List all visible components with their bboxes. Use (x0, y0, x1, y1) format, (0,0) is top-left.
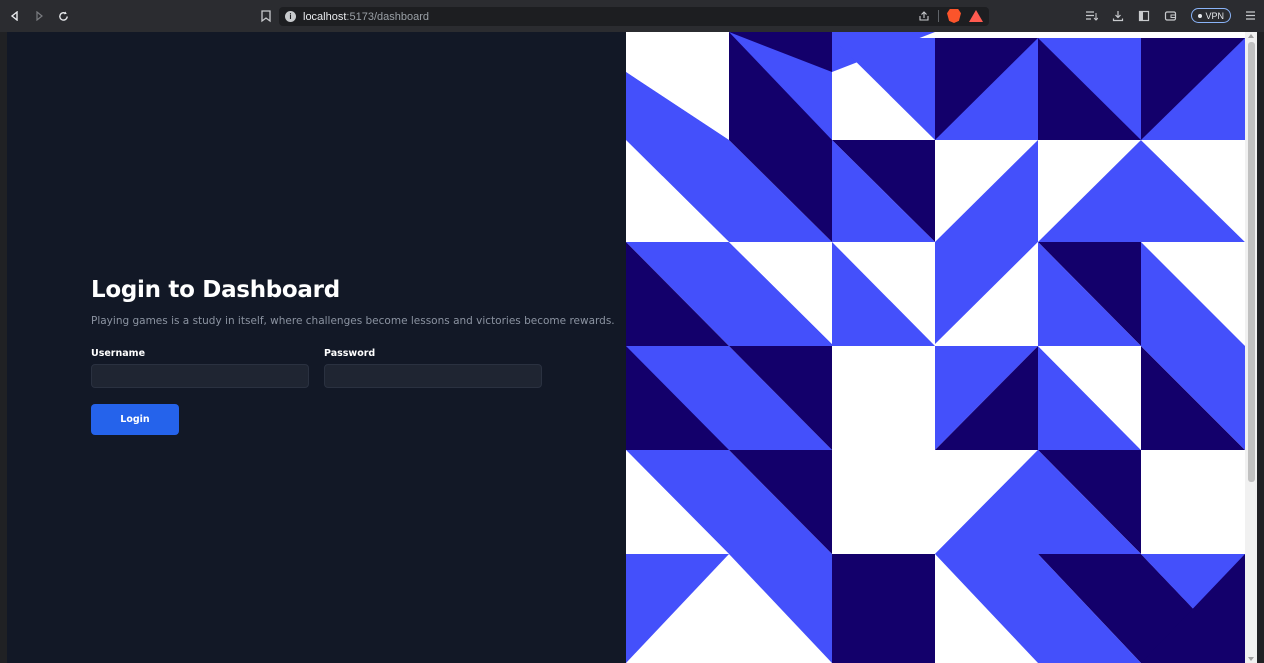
scroll-down-icon[interactable] (1248, 657, 1254, 661)
url-host: localhost (303, 10, 347, 23)
credentials-row: Username Password (91, 348, 546, 388)
page-scrollbar[interactable] (1245, 32, 1257, 663)
download-icon[interactable] (1112, 10, 1124, 22)
geometric-pattern-image (626, 32, 1245, 663)
username-label: Username (91, 347, 146, 359)
password-group: Password (324, 348, 542, 388)
decorative-pattern-panel (626, 32, 1245, 663)
vpn-status-dot (1198, 13, 1203, 18)
back-icon[interactable] (6, 7, 24, 25)
playlist-icon[interactable] (1085, 10, 1099, 22)
login-panel: Login to Dashboard Playing games is a st… (7, 32, 626, 663)
page: Login to Dashboard Playing games is a st… (7, 32, 1257, 663)
browser-toolbar: i localhost:5173/dashboard VPN (0, 0, 1264, 32)
menu-icon[interactable] (1245, 10, 1256, 21)
scrollbar-thumb[interactable] (1248, 42, 1255, 482)
share-icon[interactable] (918, 10, 930, 22)
brave-shields-icon[interactable] (947, 9, 961, 23)
sidebar-icon[interactable] (1138, 10, 1150, 22)
password-label: Password (324, 347, 376, 359)
address-separator (938, 10, 939, 22)
username-input[interactable] (91, 363, 309, 388)
reload-icon[interactable] (54, 7, 72, 25)
password-input[interactable] (324, 363, 542, 388)
site-info-icon[interactable]: i (285, 11, 296, 22)
scroll-up-icon[interactable] (1248, 34, 1254, 38)
brave-rewards-icon[interactable] (969, 10, 983, 22)
url-path: :5173/dashboard (346, 10, 429, 23)
forward-icon[interactable] (30, 7, 48, 25)
address-bar[interactable]: i localhost:5173/dashboard (279, 7, 989, 26)
page-title: Login to Dashboard (91, 277, 340, 303)
vpn-label: VPN (1205, 10, 1224, 21)
login-form: Login to Dashboard Playing games is a st… (91, 277, 615, 435)
username-group: Username (91, 348, 309, 388)
vpn-button[interactable]: VPN (1191, 8, 1231, 23)
bookmark-icon[interactable] (258, 8, 274, 24)
wallet-icon[interactable] (1164, 10, 1177, 22)
page-subtitle: Playing games is a study in itself, wher… (91, 314, 615, 327)
login-button[interactable]: Login (91, 403, 179, 435)
